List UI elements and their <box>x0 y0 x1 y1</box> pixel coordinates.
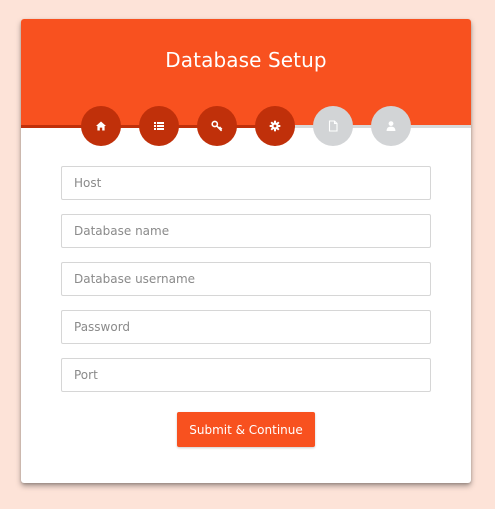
host-input[interactable] <box>61 166 431 200</box>
step-list[interactable] <box>139 106 179 146</box>
setup-card: Database Setup Host Database name Databa… <box>21 19 471 483</box>
database-username-input[interactable] <box>61 262 431 296</box>
file-icon <box>328 120 338 132</box>
port-input[interactable] <box>61 358 431 392</box>
step-file[interactable] <box>313 106 353 146</box>
step-user[interactable] <box>371 106 411 146</box>
list-icon <box>154 122 164 130</box>
user-icon <box>386 121 396 131</box>
step-key[interactable] <box>197 106 237 146</box>
step-home[interactable] <box>81 106 121 146</box>
step-gear[interactable] <box>255 106 295 146</box>
database-name-input[interactable] <box>61 214 431 248</box>
page-title: Database Setup <box>165 48 327 72</box>
password-input[interactable] <box>61 310 431 344</box>
key-icon <box>211 120 223 132</box>
home-icon <box>96 121 106 131</box>
gear-icon <box>269 120 281 132</box>
submit-continue-button[interactable]: Submit & Continue <box>177 412 315 447</box>
